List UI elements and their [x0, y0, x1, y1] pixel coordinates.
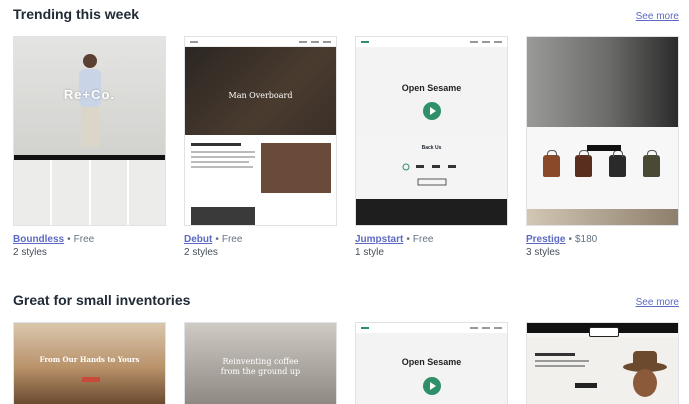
bag-product-icon	[575, 150, 592, 177]
fedora-logo-badge	[589, 327, 619, 337]
jumpstart-footer-image	[356, 199, 507, 225]
theme-preview-debut[interactable]: Man Overboard	[184, 36, 337, 226]
jumpstart-stats-block	[402, 163, 456, 186]
product-tile	[128, 160, 165, 225]
section-title-small-inventories: Great for small inventories	[13, 292, 191, 308]
theme-meta-jumpstart: Jumpstart • Free 1 style	[355, 233, 508, 259]
theme-card-jumpstart-2[interactable]: Open Sesame	[355, 322, 508, 404]
theme-preview-jumpstart-2[interactable]: Open Sesame	[355, 322, 508, 404]
jumpstart-hero-image: Open Sesame	[356, 47, 507, 135]
see-more-trending-link[interactable]: See more	[636, 11, 679, 22]
theme-styles-count: 1 style	[355, 247, 384, 258]
theme-styles-count: 3 styles	[526, 247, 560, 258]
theme-preview-boundless[interactable]: Re+Co.	[13, 36, 166, 226]
product-tile	[90, 160, 127, 225]
reinventing-hero-line2: from the ground up	[220, 367, 301, 376]
fedora-hero-image	[527, 337, 678, 404]
theme-card-prestige[interactable]: Prestige • $180 3 styles	[526, 36, 679, 259]
small-inventories-section-header: Great for small inventories See more	[13, 292, 679, 308]
reinventing-hero-line1: Reinventing coffee	[222, 357, 299, 366]
theme-meta-prestige: Prestige • $180 3 styles	[526, 233, 679, 259]
model-figure-icon	[79, 54, 101, 147]
coffee-hero-button	[82, 377, 100, 382]
play-icon[interactable]	[423, 102, 441, 120]
theme-preview-reinventing-coffee[interactable]: Reinventing coffee from the ground up	[184, 322, 337, 404]
debut-content-block	[191, 143, 331, 225]
theme-preview-coffee[interactable]: From Our Hands to Yours	[13, 322, 166, 404]
prestige-footer-image	[527, 209, 678, 225]
debut-lower-content	[185, 135, 336, 225]
theme-styles-count: 2 styles	[184, 247, 218, 258]
see-more-small-inventories-link[interactable]: See more	[636, 297, 679, 308]
theme-preview-prestige[interactable]	[526, 36, 679, 226]
theme-card-jumpstart[interactable]: Open Sesame Back Us Jumpstart • Free 1 sty…	[355, 36, 508, 259]
theme-price: Free	[412, 234, 434, 245]
separator-dot: •	[67, 234, 71, 245]
separator-dot: •	[215, 234, 219, 245]
jumpstart2-mini-nav	[356, 323, 507, 333]
coffee-hero-text: From Our Hands to Yours	[39, 355, 140, 364]
bag-product-icon	[643, 150, 660, 177]
trending-section-header: Trending this week See more	[13, 6, 679, 22]
prestige-hero-image	[527, 37, 678, 127]
debut-hero-text: Man Overboard	[228, 91, 293, 100]
reinventing-hero-text: Reinventing coffee from the ground up	[185, 357, 336, 377]
theme-meta-boundless: Boundless • Free 2 styles	[13, 233, 166, 259]
separator-dot: •	[406, 234, 410, 245]
theme-card-fedora[interactable]	[526, 322, 679, 404]
theme-price: Free	[73, 234, 95, 245]
theme-price: $180	[574, 234, 598, 245]
section-title-trending: Trending this week	[13, 6, 140, 22]
bag-product-icon	[543, 150, 560, 177]
debut-mini-nav	[185, 37, 336, 47]
fedora-hat-man-icon	[535, 351, 667, 397]
boundless-logo-text: Re+Co.	[63, 87, 116, 102]
theme-card-reinventing-coffee[interactable]: Reinventing coffee from the ground up	[184, 322, 337, 404]
product-tile	[14, 160, 51, 225]
debut-hero-image: Man Overboard	[185, 47, 336, 135]
separator-dot: •	[568, 234, 572, 245]
theme-name-link[interactable]: Jumpstart	[355, 234, 403, 245]
theme-preview-fedora[interactable]	[526, 322, 679, 404]
theme-styles-count: 2 styles	[13, 247, 47, 258]
bag-product-icon	[609, 150, 626, 177]
theme-name-link[interactable]: Boundless	[13, 234, 64, 245]
jumpstart-hero-text: Open Sesame	[401, 83, 462, 93]
theme-card-debut[interactable]: Man Overboard Debut • Free 2 styles	[184, 36, 337, 259]
theme-card-coffee[interactable]: From Our Hands to Yours	[13, 322, 166, 404]
theme-name-link[interactable]: Debut	[184, 234, 212, 245]
boundless-hero-image: Re+Co.	[14, 37, 165, 155]
play-icon[interactable]	[423, 377, 441, 395]
jumpstart-mini-nav	[356, 37, 507, 47]
product-tile	[52, 160, 89, 225]
prestige-shop-button	[587, 145, 621, 151]
boundless-product-grid	[14, 160, 165, 225]
theme-card-boundless[interactable]: Re+Co. Boundless • Free 2 styles	[13, 36, 166, 259]
theme-preview-jumpstart[interactable]: Open Sesame Back Us	[355, 36, 508, 226]
theme-price: Free	[221, 234, 243, 245]
theme-meta-debut: Debut • Free 2 styles	[184, 233, 337, 259]
theme-name-link[interactable]: Prestige	[526, 234, 565, 245]
jumpstart-backus-heading: Back Us	[421, 145, 442, 151]
jumpstart2-hero-text: Open Sesame	[401, 357, 462, 367]
